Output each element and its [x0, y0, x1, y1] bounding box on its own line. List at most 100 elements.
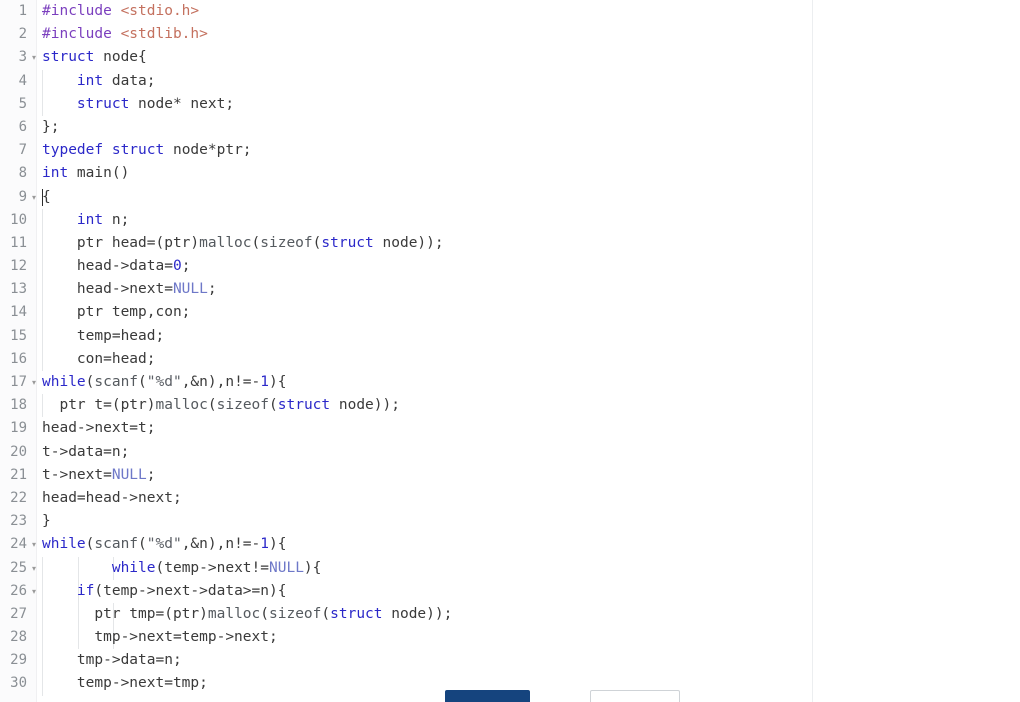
code-line[interactable]: 16 con=head; [0, 347, 812, 371]
code-line[interactable]: 29 tmp->data=n; [0, 649, 812, 673]
code-token: sizeof [269, 605, 322, 622]
code-line[interactable]: 22 head=head->next; [0, 487, 812, 510]
code-line[interactable]: 27 ptr tmp=(ptr)malloc(sizeof(struct nod… [0, 602, 812, 627]
code-line[interactable]: 10 int n; [0, 208, 812, 232]
code-line-list[interactable]: 1 #include <stdio.h> 2 #include <stdlib.h> 3… [0, 0, 812, 696]
code-token: ( [138, 374, 147, 390]
code-token: temp=head; [42, 327, 165, 344]
code-token: ( [260, 605, 269, 622]
code-token: head->next=t; [42, 420, 156, 437]
code-editor-viewport[interactable]: 1 #include <stdio.h> 2 #include <stdlib.h> 3… [0, 0, 812, 702]
code-line-text: struct node* next; [42, 93, 234, 116]
chevron-down-icon[interactable]: ▾ [29, 580, 39, 603]
code-token: ptr t=(ptr) [42, 397, 156, 414]
code-line-text: while(scanf("%d",&n),n!=-1){ [42, 533, 286, 556]
code-line-text: temp=head; [42, 325, 164, 348]
code-token: node*ptr; [164, 142, 252, 159]
code-line[interactable]: 12 head->data=0; [0, 255, 812, 279]
chevron-down-icon[interactable]: ▾ [29, 533, 39, 556]
code-token: <stdio.h> [120, 3, 200, 19]
code-line[interactable]: 1 #include <stdio.h> [0, 0, 812, 23]
code-line[interactable]: 19 head->next=t; [0, 417, 812, 440]
code-line[interactable]: 28 tmp->next=temp->next; [0, 626, 812, 650]
line-number: 20 [10, 443, 27, 460]
code-token: ( [321, 605, 331, 622]
code-token: struct [42, 49, 95, 66]
code-token: NULL [269, 559, 304, 576]
code-line[interactable]: 23} [0, 510, 812, 533]
code-editor-pane[interactable]: 1 #include <stdio.h> 2 #include <stdlib.h> 3… [0, 0, 813, 702]
code-line[interactable]: 4 int data; [0, 69, 812, 93]
code-line[interactable]: 13 head->next=NULL; [0, 278, 812, 302]
chevron-down-icon[interactable]: ▾ [29, 46, 39, 69]
code-token: struct [76, 95, 130, 112]
code-line[interactable]: 20 t->data=n; [0, 441, 812, 464]
code-line-text: while(scanf("%d",&n),n!=-1){ [42, 371, 286, 394]
code-token: "%d" [146, 374, 182, 390]
code-token: struct [330, 605, 383, 622]
code-line-text: tmp->data=n; [42, 649, 182, 672]
line-number: 27 [10, 605, 27, 622]
code-token: NULL [172, 281, 208, 298]
code-line[interactable]: 8 int main() [0, 162, 812, 185]
code-line-text: } [42, 510, 51, 533]
code-token: ; [146, 466, 156, 483]
code-line[interactable]: 2 #include <stdlib.h> [0, 23, 812, 46]
code-line[interactable]: 25 ▾ while(temp->next!=NULL){ [0, 556, 812, 580]
chevron-down-icon[interactable]: ▾ [29, 186, 39, 209]
code-line[interactable]: 30 temp->next=tmp; [0, 672, 812, 696]
code-token: "%d" [146, 536, 182, 553]
code-token: }; [42, 118, 60, 135]
chevron-down-icon[interactable]: ▾ [29, 371, 39, 394]
primary-submit-button[interactable] [445, 690, 530, 702]
code-token: main() [68, 165, 130, 182]
line-number: 18 [10, 397, 27, 414]
code-line[interactable]: 7 typedef struct node*ptr; [0, 139, 812, 162]
code-token: { [42, 188, 51, 205]
code-line[interactable]: 14 ptr temp,con; [0, 301, 812, 325]
code-token: (temp->next->data>=n){ [94, 582, 287, 599]
secondary-cancel-button[interactable] [590, 690, 680, 702]
code-line-text: head=head->next; [42, 487, 182, 510]
code-token: ptr head=(ptr) [42, 234, 200, 251]
code-line[interactable]: 6}; [0, 116, 812, 139]
code-line[interactable]: 21 t->next=NULL; [0, 464, 812, 487]
code-line[interactable]: 18 ptr t=(ptr)malloc(sizeof(struct node)… [0, 394, 812, 418]
line-number: 2 [18, 26, 27, 43]
chevron-down-icon[interactable]: ▾ [29, 557, 39, 580]
code-line-text: int n; [42, 209, 129, 232]
code-line[interactable]: 26 ▾ if(temp->next->data>=n){ [0, 579, 812, 603]
code-token: while [42, 374, 86, 390]
code-token: ( [251, 234, 261, 251]
code-line-text: temp->next=tmp; [42, 672, 208, 695]
code-token: 0 [172, 258, 182, 275]
code-token: ( [138, 536, 147, 553]
code-token: malloc [155, 397, 208, 414]
code-token: int [42, 165, 69, 182]
code-line[interactable]: 9 ▾{ [0, 186, 812, 209]
code-line[interactable]: 15 temp=head; [0, 324, 812, 348]
code-line-text: int data; [42, 70, 156, 93]
code-line-text: while(temp->next!=NULL){ [42, 557, 322, 580]
code-token: struct [277, 397, 331, 414]
code-line[interactable]: 5 struct node* next; [0, 92, 812, 116]
code-token: ( [207, 397, 217, 414]
code-line[interactable]: 24 ▾ while(scanf("%d",&n),n!=-1){ [0, 533, 812, 556]
line-number: 9 [18, 188, 27, 205]
code-token: malloc [199, 234, 252, 251]
code-token: n; [103, 211, 130, 228]
code-token: con=head; [42, 350, 156, 367]
code-token: while [111, 559, 156, 576]
code-line-text: tmp->next=temp->next; [42, 626, 277, 649]
code-line-text: }; [42, 116, 59, 139]
code-line[interactable]: 17 ▾ while(scanf("%d",&n),n!=-1){ [0, 371, 812, 394]
code-line[interactable]: 11 ptr head=(ptr)malloc(sizeof(struct no… [0, 231, 812, 256]
code-line[interactable]: 3 ▾ struct node{ [0, 46, 812, 69]
code-token: struct [321, 234, 374, 251]
line-number: 16 [10, 350, 27, 367]
code-token: #include [42, 3, 121, 19]
code-token: scanf [94, 536, 139, 553]
